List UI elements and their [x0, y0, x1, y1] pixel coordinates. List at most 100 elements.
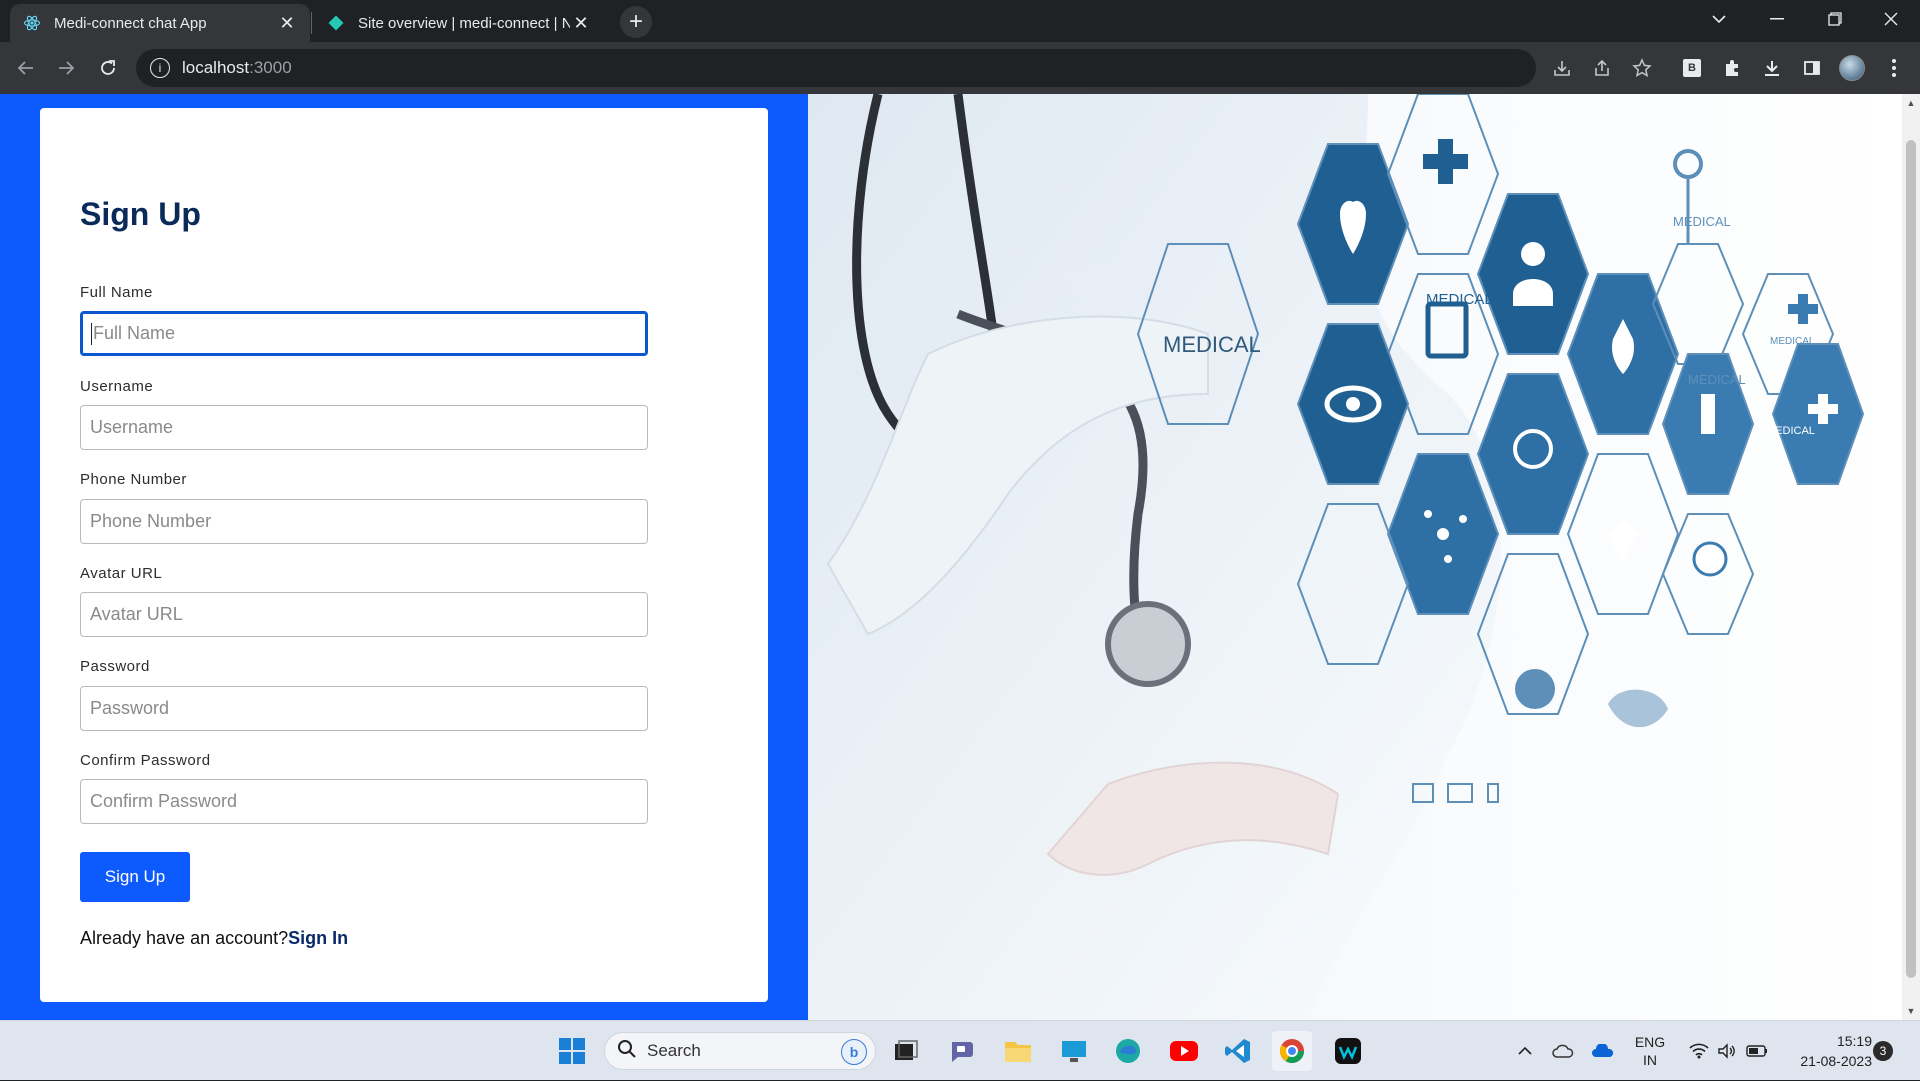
- confirm-password-placeholder: Confirm Password: [90, 791, 238, 811]
- url-port: :3000: [249, 58, 292, 77]
- youtube-icon[interactable]: [1164, 1031, 1204, 1071]
- full-name-input[interactable]: Full Name: [80, 311, 648, 356]
- reload-icon[interactable]: [92, 52, 124, 84]
- phone-label: Phone Number: [80, 471, 187, 488]
- downloads-icon[interactable]: [1756, 52, 1788, 84]
- sign-in-link[interactable]: Sign In: [288, 928, 348, 948]
- username-input[interactable]: Username: [80, 405, 648, 450]
- scrollbar-thumb[interactable]: [1906, 140, 1916, 978]
- username-placeholder: Username: [90, 417, 174, 437]
- pendant-circle-icon: [1673, 149, 1703, 179]
- windows-start-icon[interactable]: [552, 1031, 592, 1071]
- text-caret: [91, 322, 92, 345]
- phone-icon: [1487, 783, 1499, 803]
- vertical-scrollbar[interactable]: ▲ ▼: [1902, 94, 1920, 1020]
- site-info-icon[interactable]: i: [150, 58, 170, 78]
- clipboard-icon: [1425, 301, 1469, 359]
- language-indicator[interactable]: ENG IN: [1626, 1021, 1674, 1081]
- share-icon[interactable]: [1586, 52, 1618, 84]
- hero-label: MEDICAL: [1688, 372, 1746, 387]
- plus-icon: +: [628, 8, 643, 35]
- forward-icon[interactable]: [50, 52, 82, 84]
- doctor-avatar-icon: [1521, 242, 1545, 266]
- onedrive-icon[interactable]: [1588, 1021, 1618, 1081]
- password-input[interactable]: Password: [80, 686, 648, 731]
- chrome-icon[interactable]: [1272, 1031, 1312, 1071]
- restore-icon[interactable]: [1806, 0, 1864, 38]
- edge-browser-icon[interactable]: [1108, 1031, 1148, 1071]
- menu-kebab-icon[interactable]: [1878, 52, 1910, 84]
- volume-icon[interactable]: [1712, 1021, 1742, 1081]
- pill-icon: [1608, 519, 1638, 564]
- minimize-icon[interactable]: [1748, 0, 1806, 38]
- medical-cross-small-icon: [1788, 294, 1818, 324]
- search-label: Search: [647, 1041, 701, 1060]
- medical-cross-icon: [1423, 139, 1468, 184]
- signup-card: Sign Up Full Name Full Name Username Use…: [40, 108, 768, 1002]
- new-tab-button[interactable]: +: [620, 6, 652, 38]
- battery-icon[interactable]: [1742, 1021, 1772, 1081]
- already-text: Already have an account?: [80, 928, 289, 948]
- avatar-url-label: Avatar URL: [80, 565, 163, 582]
- file-explorer-icon[interactable]: [998, 1031, 1038, 1071]
- wifi-icon[interactable]: [1684, 1021, 1714, 1081]
- side-panel-icon[interactable]: [1796, 52, 1828, 84]
- tab-title: Site overview | medi-connect | Ne: [358, 14, 570, 32]
- extension-b-icon[interactable]: B: [1676, 52, 1708, 84]
- taskbar-search-box[interactable]: Search b: [604, 1032, 876, 1070]
- clock-date: 21-08-2023: [1800, 1053, 1872, 1069]
- tab-search-icon[interactable]: [1690, 0, 1748, 38]
- signin-prompt: Already have an account?Sign In: [80, 928, 348, 949]
- show-hidden-icons-icon[interactable]: [1510, 1021, 1540, 1081]
- confirm-password-label: Confirm Password: [80, 752, 211, 769]
- hero-label: MEDICAL: [1766, 425, 1815, 437]
- first-aid-kit-icon: [1692, 541, 1728, 577]
- bookmark-star-icon[interactable]: [1626, 52, 1658, 84]
- medical-illustration: MEDICAL MEDICAL MEDICAL MEDICAL MEDICAL …: [808, 94, 1865, 1020]
- virus-icon: [1515, 669, 1555, 709]
- scroll-up-icon[interactable]: ▲: [1906, 98, 1916, 108]
- back-icon[interactable]: [10, 52, 42, 84]
- install-app-icon[interactable]: [1546, 52, 1578, 84]
- phone-input[interactable]: Phone Number: [80, 499, 648, 544]
- webex-icon[interactable]: [1328, 1031, 1368, 1071]
- hero-medical-image: MEDICAL MEDICAL MEDICAL MEDICAL MEDICAL …: [808, 94, 1902, 1020]
- react-icon: [22, 13, 42, 33]
- remote-desktop-icon[interactable]: [1054, 1031, 1094, 1071]
- monitor-icon: [1447, 783, 1473, 803]
- search-icon: [617, 1039, 637, 1064]
- hero-label: MEDICAL: [1163, 332, 1261, 357]
- close-window-icon[interactable]: [1862, 0, 1920, 38]
- url-host: localhost: [182, 58, 250, 77]
- teams-chat-icon[interactable]: [942, 1031, 982, 1071]
- sign-up-button[interactable]: Sign Up: [80, 852, 190, 902]
- doctor-avatar-body: [1513, 279, 1553, 306]
- task-view-icon[interactable]: [886, 1031, 926, 1071]
- profile-avatar-icon[interactable]: [1836, 52, 1868, 84]
- close-tab-icon[interactable]: ✕: [276, 12, 298, 34]
- address-bar[interactable]: i localhost:3000: [136, 49, 1536, 87]
- close-tab-icon[interactable]: ✕: [570, 12, 592, 34]
- molecule-icon: [1437, 528, 1449, 540]
- clock-time: 15:19: [1836, 1033, 1872, 1049]
- notification-badge[interactable]: 3: [1873, 1041, 1893, 1061]
- scroll-down-icon[interactable]: ▼: [1906, 1006, 1916, 1016]
- netlify-icon: [326, 13, 346, 33]
- extensions-puzzle-icon[interactable]: [1716, 52, 1748, 84]
- system-clock[interactable]: 15:19 21-08-2023: [1782, 1031, 1872, 1071]
- hero-label: MEDICAL: [1426, 291, 1493, 308]
- page-viewport: Sign Up Full Name Full Name Username Use…: [0, 94, 1902, 1020]
- cloud-outline-icon[interactable]: [1548, 1021, 1578, 1081]
- tab-site-overview[interactable]: Site overview | medi-connect | Ne ✕: [314, 4, 604, 42]
- tab-title: Medi-connect chat App: [54, 14, 207, 32]
- tab-medi-connect[interactable]: Medi-connect chat App ✕: [10, 4, 310, 42]
- password-placeholder: Password: [90, 698, 170, 718]
- full-name-placeholder: Full Name: [93, 323, 176, 343]
- avatar-url-input[interactable]: Avatar URL: [80, 592, 648, 637]
- password-label: Password: [80, 658, 150, 675]
- eye-pupil: [1346, 397, 1360, 411]
- windows-taskbar: Search b ENG IN 15:19 21-08-2023 3: [0, 1020, 1920, 1080]
- full-name-label: Full Name: [80, 284, 153, 301]
- confirm-password-input[interactable]: Confirm Password: [80, 779, 648, 824]
- vscode-icon[interactable]: [1218, 1031, 1258, 1071]
